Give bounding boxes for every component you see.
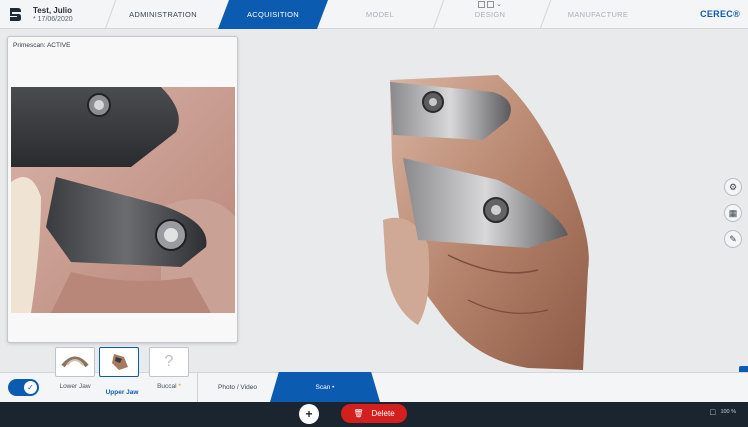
buccal-marker: * (178, 383, 181, 390)
status-area: □ 100 % (710, 407, 736, 417)
patient-name: Test, Julio (33, 6, 72, 15)
layout-icon[interactable] (487, 1, 494, 8)
double-slash-icon: // (366, 383, 371, 392)
camera-image (11, 87, 235, 313)
step-acquisition[interactable]: ACQUISITION (218, 0, 328, 29)
upper-jaw-label: Upper Jaw (105, 389, 139, 396)
step-administration[interactable]: ADMINISTRATION (108, 0, 218, 29)
step-manufacture[interactable]: MANUFACTURE (548, 0, 648, 29)
step-model[interactable]: MODEL (330, 0, 430, 29)
scan-mode-toggle[interactable]: ✓ (8, 379, 39, 396)
scan-preview-panel: Primescan: ACTIVE (7, 36, 238, 343)
note-icon[interactable]: ✎ (724, 230, 742, 248)
scanner-status: Primescan: ACTIVE (13, 42, 71, 49)
3d-scan-model[interactable] (378, 70, 608, 380)
settings-icon[interactable]: ⚙ (724, 178, 742, 196)
delete-button[interactable]: 🗑 Delete (341, 404, 407, 423)
catalog-buccal[interactable]: ? (149, 347, 189, 377)
buccal-label: Buccal * (139, 383, 199, 390)
model-render (383, 75, 589, 370)
chevron-down-icon[interactable]: ⌄ (496, 1, 503, 8)
patient-info[interactable]: Test, Julio * 17/06/2020 (33, 6, 73, 24)
message-icon[interactable]: □ (710, 407, 715, 417)
question-mark-icon: ? (164, 353, 174, 370)
catalog-lower-jaw[interactable] (55, 347, 95, 377)
upper-jaw-icon (112, 354, 128, 370)
step-photo-video[interactable]: Photo / Video (197, 372, 277, 402)
delete-label: Delete (371, 409, 395, 418)
catalog-upper-jaw[interactable] (99, 347, 139, 377)
add-button[interactable]: + (299, 404, 319, 424)
cerec-brand: CEREC® (700, 9, 740, 19)
trash-icon: 🗑 (353, 409, 364, 418)
camera-view (11, 87, 235, 313)
window-tools: ⌄ (478, 1, 503, 8)
patient-date: * 17/06/2020 (33, 16, 73, 23)
header-bar: Test, Julio * 17/06/2020 ADMINISTRATION … (0, 0, 748, 29)
sirona-logo-icon (10, 8, 21, 21)
lower-jaw-icon (61, 356, 89, 368)
scan-tool-icon[interactable]: ▦ (724, 204, 742, 222)
brush-icon: ✓ (24, 381, 37, 394)
buccal-label-text: Buccal (157, 383, 177, 390)
battery-level: 100 % (720, 409, 737, 415)
grid-icon[interactable] (478, 1, 485, 8)
step-scan[interactable]: Scan • (270, 372, 380, 402)
